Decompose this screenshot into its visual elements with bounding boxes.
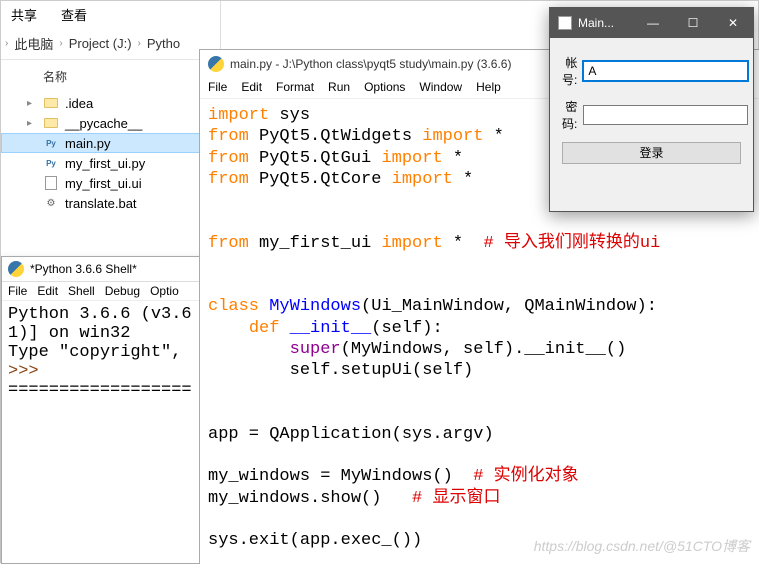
menu-run[interactable]: Run [328, 80, 350, 94]
app-icon [558, 16, 572, 30]
shell-output[interactable]: Python 3.6.6 (v3.6 1)] on win32 Type "co… [2, 301, 228, 404]
menu-file[interactable]: File [208, 80, 227, 94]
window-title: Main... [578, 16, 614, 30]
window-title: *Python 3.6.6 Shell* [30, 262, 137, 276]
python-icon [208, 56, 224, 72]
folder-icon [44, 98, 58, 108]
menu-format[interactable]: Format [276, 80, 314, 94]
running-app-window: Main... — ☐ ✕ 帐号: 密码: 登录 [549, 7, 754, 212]
ribbon-tab-view[interactable]: 查看 [61, 5, 87, 24]
menu-options[interactable]: Optio [150, 284, 179, 298]
menu-help[interactable]: Help [476, 80, 501, 94]
list-item-selected[interactable]: main.py [1, 133, 220, 153]
list-item[interactable]: my_first_ui.py [1, 153, 220, 173]
file-list: ▸.idea ▸__pycache__ main.py my_first_ui.… [1, 89, 220, 217]
maximize-button[interactable]: ☐ [673, 8, 713, 38]
chevron-right-icon: › [59, 38, 62, 49]
python-icon [8, 261, 24, 277]
menu-edit[interactable]: Edit [37, 284, 58, 298]
password-label: 密码: [562, 98, 577, 132]
app-body: 帐号: 密码: 登录 [550, 38, 753, 174]
shell-titlebar[interactable]: *Python 3.6.6 Shell* [2, 257, 228, 282]
list-item[interactable]: ▸.idea [1, 93, 220, 113]
python-shell-window: *Python 3.6.6 Shell* File Edit Shell Deb… [1, 256, 229, 564]
menu-file[interactable]: File [8, 284, 27, 298]
list-item[interactable]: my_first_ui.ui [1, 173, 220, 193]
list-item[interactable]: ▸__pycache__ [1, 113, 220, 133]
breadcrumb[interactable]: › 此电脑 › Project (J:) › Pytho [1, 28, 220, 60]
menu-window[interactable]: Window [419, 80, 462, 94]
username-input[interactable] [583, 61, 748, 81]
list-item[interactable]: translate.bat [1, 193, 220, 213]
crumb[interactable]: Project (J:) [69, 36, 132, 51]
menu-edit[interactable]: Edit [241, 80, 262, 94]
chevron-left-icon: › [5, 38, 8, 49]
login-button[interactable]: 登录 [562, 142, 741, 164]
menu-options[interactable]: Options [364, 80, 405, 94]
folder-icon [44, 118, 58, 128]
python-file-icon [43, 135, 59, 151]
shell-menubar: File Edit Shell Debug Optio [2, 282, 228, 301]
menu-debug[interactable]: Debug [105, 284, 140, 298]
menu-shell[interactable]: Shell [68, 284, 95, 298]
window-title: main.py - J:\Python class\pyqt5 study\ma… [230, 57, 511, 71]
app-titlebar[interactable]: Main... — ☐ ✕ [550, 8, 753, 38]
username-label: 帐号: [562, 54, 577, 88]
chevron-right-icon: › [138, 38, 141, 49]
minimize-button[interactable]: — [633, 8, 673, 38]
crumb[interactable]: 此电脑 [14, 34, 53, 53]
column-header-name[interactable]: 名称 [1, 60, 220, 89]
explorer-ribbon: 共享 查看 [1, 1, 220, 28]
python-file-icon [43, 155, 59, 171]
password-input[interactable] [583, 105, 748, 125]
ui-file-icon [45, 176, 57, 190]
watermark: https://blog.csdn.net/@51CTO博客 [534, 536, 750, 556]
bat-file-icon [43, 195, 59, 211]
ribbon-tab-share[interactable]: 共享 [11, 5, 37, 24]
crumb[interactable]: Pytho [147, 36, 180, 51]
close-button[interactable]: ✕ [713, 8, 753, 38]
